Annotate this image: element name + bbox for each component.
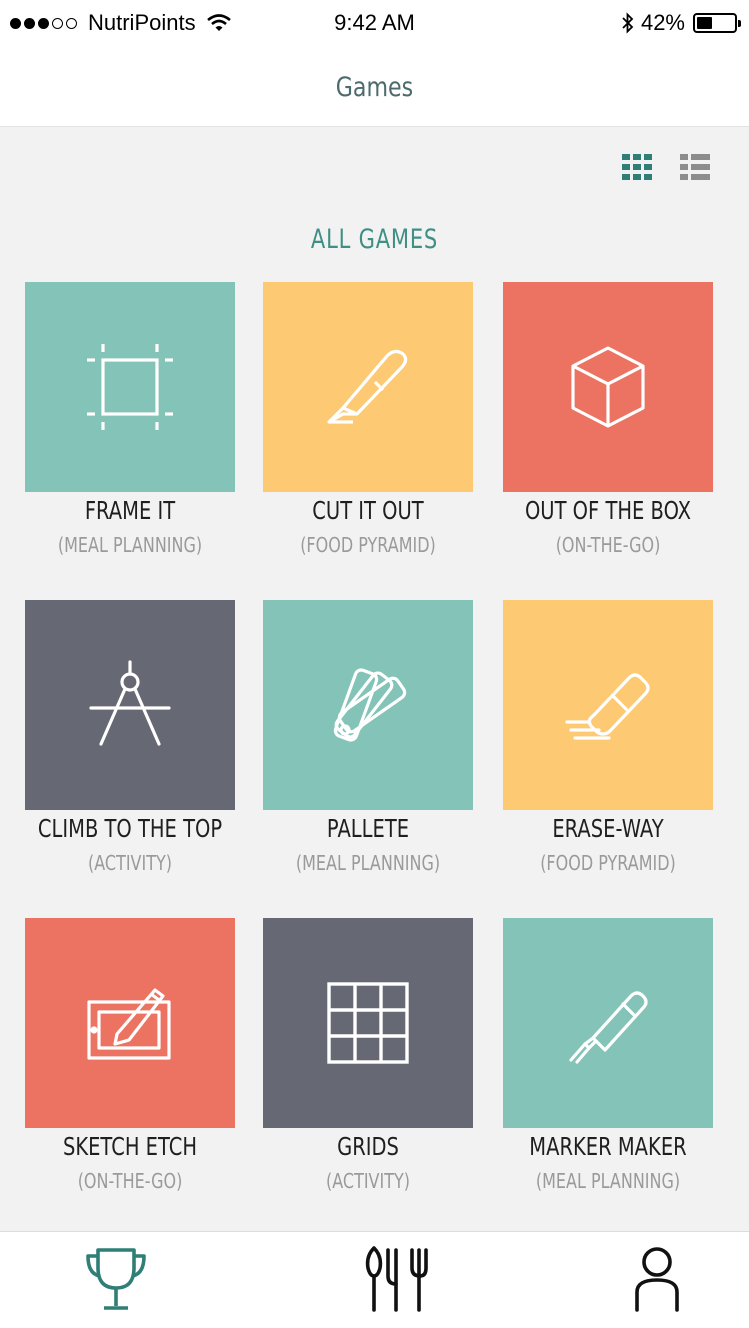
game-category: (MEAL PLANNING) xyxy=(57,533,203,557)
status-bar-right: 42% xyxy=(621,10,741,36)
battery-percent: 42% xyxy=(640,10,685,35)
game-category: (ACTIVITY) xyxy=(325,1169,411,1193)
frame-icon xyxy=(87,344,173,430)
game-name: FRAME IT xyxy=(84,496,176,525)
profile-icon xyxy=(635,1247,679,1312)
tab-meals[interactable] xyxy=(364,1246,430,1317)
battery-icon xyxy=(693,13,741,33)
game-tile-sketch-etch[interactable] xyxy=(25,918,235,1128)
game-category: (ON-THE-GO) xyxy=(555,533,661,557)
game-tile-climb-to-the-top[interactable] xyxy=(25,600,235,810)
game-name: PALLETE xyxy=(326,814,410,843)
eraser-icon xyxy=(565,673,650,740)
cutlery-icon xyxy=(365,1246,428,1312)
game-tile-erase-way[interactable] xyxy=(503,600,713,810)
bluetooth-icon xyxy=(622,12,634,34)
game-category: (MEAL PLANNING) xyxy=(295,851,441,875)
game-tile-marker-maker[interactable] xyxy=(503,918,713,1128)
tab-games[interactable] xyxy=(84,1246,148,1317)
nav-bar: Games xyxy=(0,46,749,127)
game-tile-out-of-the-box[interactable] xyxy=(503,282,713,492)
section-title: ALL GAMES xyxy=(310,224,439,255)
trophy-icon xyxy=(86,1248,146,1310)
cube-icon xyxy=(571,346,645,428)
grid-icon xyxy=(327,982,409,1064)
page-title: Games xyxy=(335,72,414,103)
list-view-icon xyxy=(680,154,710,180)
compass-icon xyxy=(89,660,171,746)
game-name: ERASE-WAY xyxy=(552,814,664,843)
game-tile-cut-it-out[interactable] xyxy=(263,282,473,492)
swatches-icon xyxy=(333,668,407,742)
tab-bar xyxy=(0,1231,749,1328)
game-name: CLIMB TO THE TOP xyxy=(37,814,223,843)
game-name: SKETCH ETCH xyxy=(62,1132,198,1161)
game-category: (FOOD PYRAMID) xyxy=(540,851,676,875)
game-category: (ON-THE-GO) xyxy=(77,1169,183,1193)
grid-view-icon xyxy=(622,154,652,180)
game-name: OUT OF THE BOX xyxy=(524,496,692,525)
status-bar: NutriPoints 9:42 AM 42% xyxy=(0,0,749,46)
grid-view-button[interactable] xyxy=(622,154,652,185)
game-tile-grids[interactable] xyxy=(263,918,473,1128)
marker-icon xyxy=(569,991,648,1064)
game-category: (ACTIVITY) xyxy=(87,851,173,875)
cutter-knife-icon xyxy=(327,349,408,424)
game-tile-pallete[interactable] xyxy=(263,600,473,810)
game-category: (FOOD PYRAMID) xyxy=(300,533,436,557)
tab-profile[interactable] xyxy=(632,1246,682,1317)
game-tile-frame-it[interactable] xyxy=(25,282,235,492)
list-view-button[interactable] xyxy=(680,154,710,185)
game-name: MARKER MAKER xyxy=(529,1132,687,1161)
game-name: CUT IT OUT xyxy=(312,496,424,525)
game-name: GRIDS xyxy=(337,1132,399,1161)
game-category: (MEAL PLANNING) xyxy=(535,1169,681,1193)
drawing-tablet-icon xyxy=(87,988,171,1060)
